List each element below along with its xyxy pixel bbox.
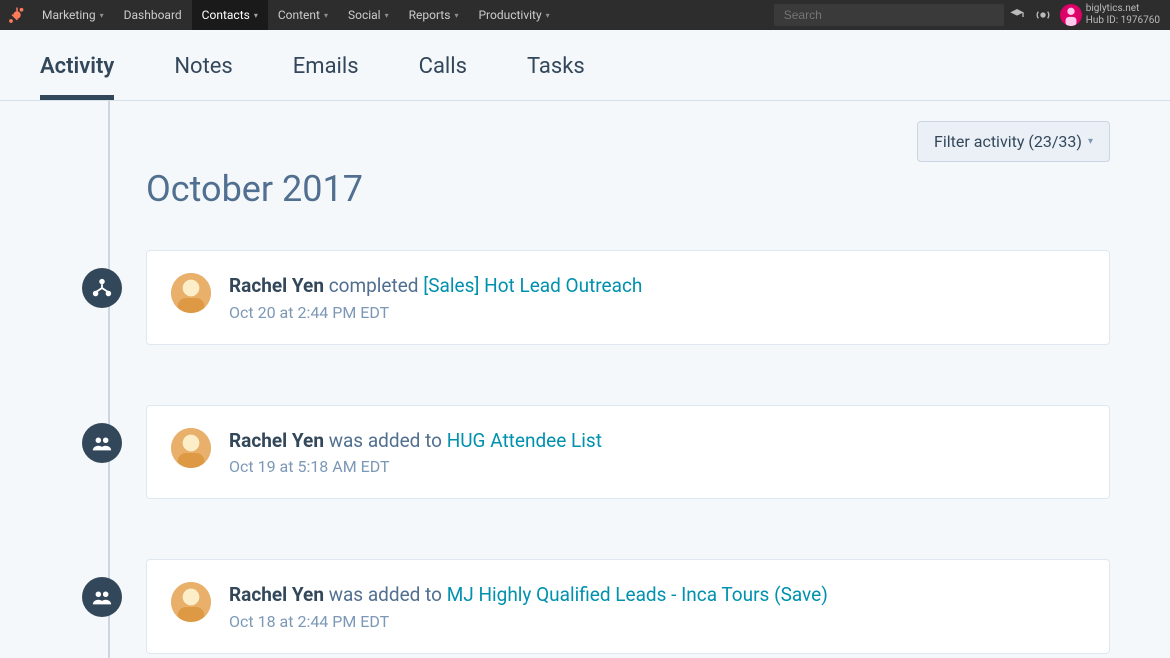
nav-item-label: Reports [409, 8, 451, 22]
timeline-entry: Rachel Yen was added to MJ Highly Qualif… [146, 559, 1110, 654]
account-hub-id: Hub ID: 1976760 [1086, 15, 1160, 27]
chevron-down-icon: ▾ [254, 11, 258, 20]
filter-activity-button[interactable]: Filter activity (23/33) ▾ [917, 121, 1110, 162]
global-search-input[interactable] [774, 4, 1004, 26]
activity-link[interactable]: [Sales] Hot Lead Outreach [423, 274, 642, 297]
actor-name: Rachel Yen [229, 429, 324, 452]
nav-item-marketing[interactable]: Marketing ▾ [32, 0, 114, 30]
nav-item-label: Social [348, 8, 381, 22]
nav-item-label: Content [278, 8, 320, 22]
broadcast-icon[interactable] [1030, 0, 1056, 30]
chevron-down-icon: ▾ [385, 11, 389, 20]
group-icon [82, 423, 122, 463]
tab-notes[interactable]: Notes [174, 54, 232, 100]
timeline-card[interactable]: Rachel Yen was added to MJ Highly Qualif… [146, 559, 1110, 654]
actor-name: Rachel Yen [229, 274, 324, 297]
verb-text: was added to [329, 583, 442, 606]
hubspot-logo-icon [8, 6, 26, 24]
workflow-icon [82, 268, 122, 308]
chevron-down-icon: ▾ [324, 11, 328, 20]
tab-bar: Activity Notes Emails Calls Tasks [0, 30, 1170, 101]
nav-item-label: Productivity [478, 8, 541, 22]
chevron-down-icon: ▾ [1088, 136, 1093, 147]
nav-item-content[interactable]: Content ▾ [268, 0, 338, 30]
timeline-entry-line: Rachel Yen was added to MJ Highly Qualif… [229, 582, 1085, 608]
nav-item-social[interactable]: Social ▾ [338, 0, 399, 30]
nav-item-reports[interactable]: Reports▾ [399, 0, 469, 30]
timestamp: Oct 19 at 5:18 AM EDT [229, 457, 1085, 476]
timeline-content: Filter activity (23/33) ▾ October 2017 R… [0, 101, 1170, 658]
timestamp: Oct 20 at 2:44 PM EDT [229, 303, 1085, 322]
timeline-entry: Rachel Yen completed [Sales] Hot Lead Ou… [146, 250, 1110, 345]
activity-link[interactable]: MJ Highly Qualified Leads - Inca Tours (… [447, 583, 828, 606]
timeline-entry-line: Rachel Yen completed [Sales] Hot Lead Ou… [229, 273, 1085, 299]
verb-text: completed [329, 274, 419, 297]
timeline-card[interactable]: Rachel Yen was added to HUG Attendee Lis… [146, 405, 1110, 500]
actor-name: Rachel Yen [229, 583, 324, 606]
nav-item-label: Contacts [202, 8, 250, 22]
timeline-month-heading: October 2017 [146, 168, 1110, 210]
timeline-entry-line: Rachel Yen was added to HUG Attendee Lis… [229, 428, 1085, 454]
tab-emails[interactable]: Emails [293, 54, 359, 100]
actor-avatar [171, 582, 211, 622]
timeline-line [108, 101, 110, 658]
timeline-entry: Rachel Yen was added to HUG Attendee Lis… [146, 405, 1110, 500]
chevron-down-icon: ▾ [100, 11, 104, 20]
nav-item-label: Marketing [42, 8, 96, 22]
verb-text: was added to [329, 429, 442, 452]
nav-item-contacts[interactable]: Contacts ▾ [192, 0, 268, 30]
academy-icon[interactable] [1004, 0, 1030, 30]
timeline-card[interactable]: Rachel Yen completed [Sales] Hot Lead Ou… [146, 250, 1110, 345]
activity-link[interactable]: HUG Attendee List [447, 429, 602, 452]
tab-tasks[interactable]: Tasks [527, 54, 585, 100]
user-avatar[interactable] [1060, 4, 1082, 26]
chevron-down-icon: ▾ [546, 11, 550, 20]
top-nav: Marketing▾DashboardContacts▾Content▾Soci… [0, 0, 1170, 30]
tab-calls[interactable]: Calls [419, 54, 467, 100]
nav-item-label: Dashboard [124, 8, 182, 22]
nav-item-dashboard[interactable]: Dashboard [114, 0, 192, 30]
account-meta[interactable]: biglytics.net Hub ID: 1976760 [1086, 3, 1170, 27]
nav-item-productivity[interactable]: Productivity ▾ [468, 0, 559, 30]
chevron-down-icon: ▾ [454, 11, 458, 20]
actor-avatar [171, 428, 211, 468]
actor-avatar [171, 273, 211, 313]
filter-activity-label: Filter activity (23/33) [934, 132, 1082, 151]
account-domain: biglytics.net [1086, 3, 1160, 15]
timestamp: Oct 18 at 2:44 PM EDT [229, 612, 1085, 631]
group-icon [82, 577, 122, 617]
tab-activity[interactable]: Activity [40, 54, 114, 100]
